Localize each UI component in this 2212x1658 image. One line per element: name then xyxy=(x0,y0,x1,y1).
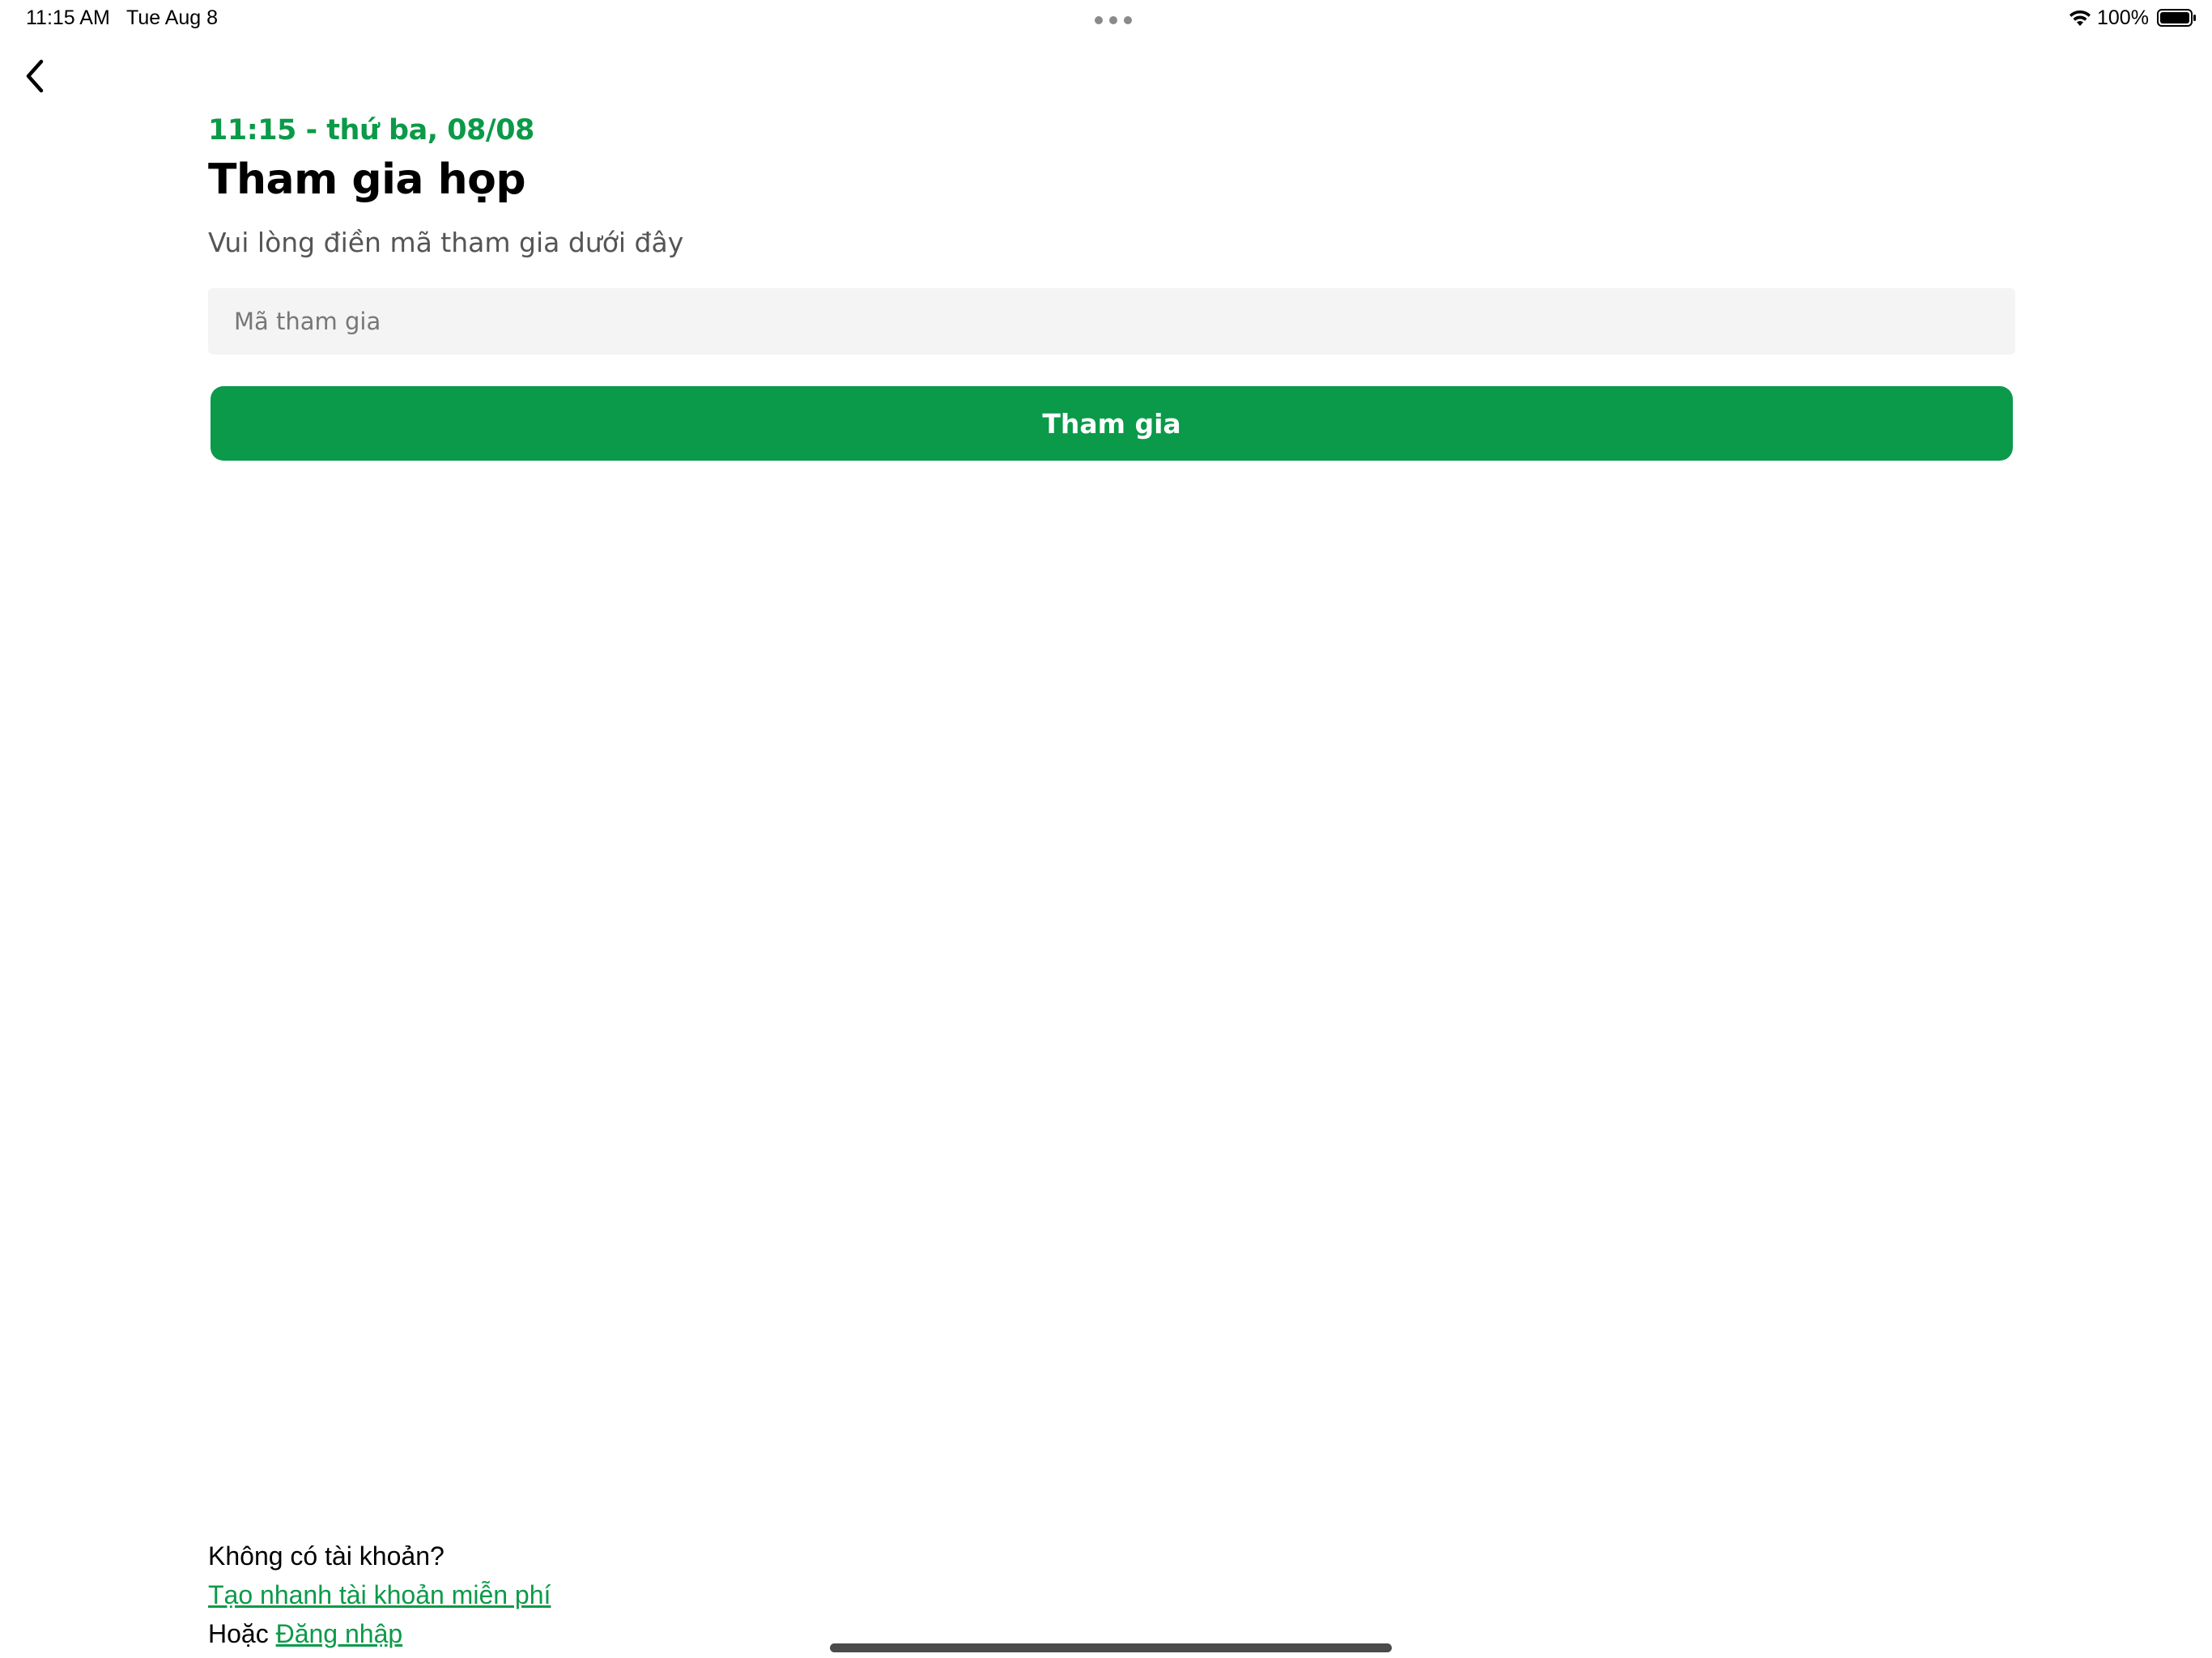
meeting-datetime: 11:15 - thứ ba, 08/08 xyxy=(208,114,534,147)
no-account-text: Không có tài khoản? xyxy=(208,1541,445,1571)
battery-percent: 100% xyxy=(2097,6,2149,29)
meeting-code-input[interactable] xyxy=(208,288,2015,355)
more-dots-icon[interactable] xyxy=(1095,16,1132,24)
status-bar: 11:15 AM Tue Aug 8 100% xyxy=(0,0,2212,39)
account-footer: Không có tài khoản? Tạo nhanh tài khoản … xyxy=(208,1537,551,1653)
battery-icon xyxy=(2157,9,2196,27)
login-row: Hoặc Đăng nhập xyxy=(208,1614,551,1653)
chevron-left-icon xyxy=(26,59,44,93)
join-button[interactable]: Tham gia xyxy=(211,386,2013,461)
status-time: 11:15 AM xyxy=(26,6,110,29)
page-title: Tham gia họp xyxy=(208,155,526,204)
back-button[interactable] xyxy=(15,53,55,99)
page-subtitle: Vui lòng điền mã tham gia dưới đây xyxy=(208,227,684,258)
home-indicator[interactable] xyxy=(830,1643,1392,1652)
wifi-icon xyxy=(2069,10,2091,26)
or-text: Hoặc xyxy=(208,1619,269,1648)
status-date: Tue Aug 8 xyxy=(126,6,219,29)
create-account-link[interactable]: Tạo nhanh tài khoản miễn phí xyxy=(208,1580,551,1609)
login-link[interactable]: Đăng nhập xyxy=(276,1619,403,1648)
